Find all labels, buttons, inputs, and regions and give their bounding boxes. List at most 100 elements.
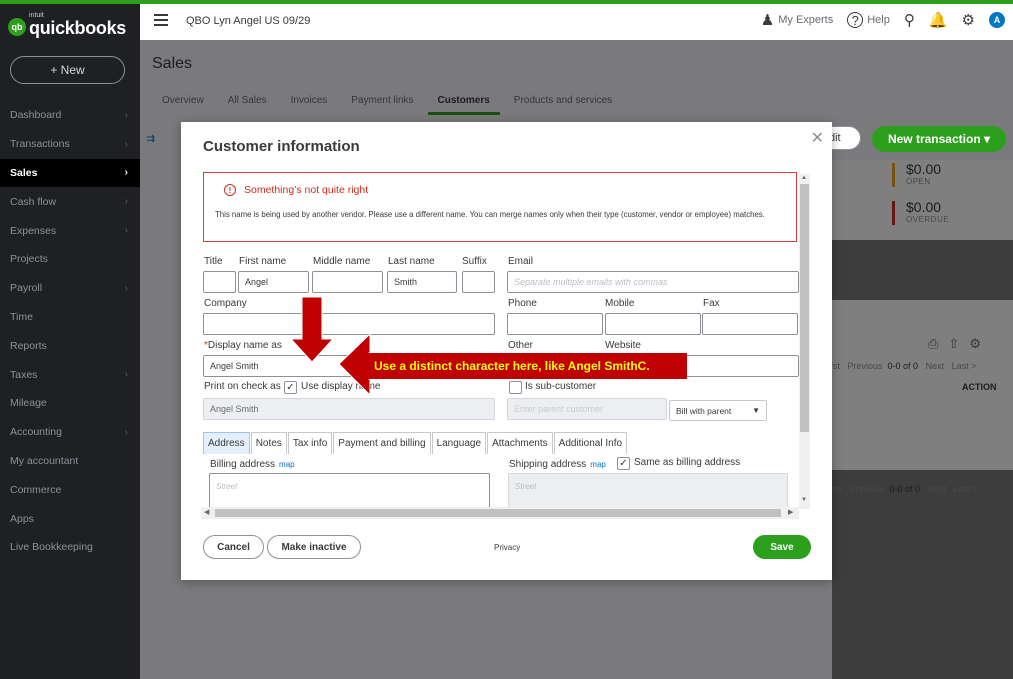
help-link[interactable]: ? Help [847,12,890,28]
chevron-right-icon: › [124,167,128,179]
sidebar-item-label: Cash flow [10,195,57,208]
tab-address[interactable]: Address [203,432,250,454]
scrollbar-thumb[interactable] [215,509,781,517]
scroll-up-icon[interactable]: ▲ [801,175,807,181]
email-label: Email [508,256,534,267]
last-name-field[interactable]: Smith [387,271,457,293]
sidebar-item-cash-flow[interactable]: Cash flow › [0,187,140,216]
right-backdrop [832,160,1013,679]
scroll-left-icon[interactable]: ◀ [204,508,209,516]
same-as-billing-checkbox[interactable]: ✓ [617,457,630,470]
chevron-right-icon: › [124,369,128,381]
billing-address-heading: Billing address map [210,459,295,470]
sidebar-item-expenses[interactable]: Expenses › [0,216,140,245]
dialog-scroll-area[interactable]: ! Something’s not quite right This name i… [201,170,811,520]
gear-icon[interactable]: ⚙ [962,11,975,29]
email-field[interactable]: Separate multiple emails with commas [507,271,799,293]
sidebar-item-mileage[interactable]: Mileage [0,389,140,418]
save-button[interactable]: Save [753,535,811,559]
title-field[interactable] [203,271,236,293]
quickbooks-logo[interactable]: qb intuit quickbooks [8,12,127,39]
billing-street-field[interactable]: Street [209,473,490,508]
sidebar-nav: Dashboard › Transactions › Sales › Cash flo… [0,101,140,562]
close-icon[interactable]: ✕ [811,128,824,148]
sidebar-item-label: My accountant [10,454,79,467]
make-inactive-button[interactable]: Make inactive [267,535,361,559]
sidebar-item-label: Dashboard [10,109,62,122]
sidebar: qb intuit quickbooks + New Dashboard › Tr… [0,4,140,679]
sidebar-item-reports[interactable]: Reports [0,331,140,360]
tab-notes[interactable]: Notes [250,432,287,454]
fax-label: Fax [703,298,720,309]
tab-tax-info[interactable]: Tax info [287,432,333,454]
sub-customer-checkbox[interactable] [509,381,522,394]
company-field[interactable] [203,313,495,335]
sidebar-item-time[interactable]: Time [0,303,140,332]
sidebar-item-commerce[interactable]: Commerce [0,475,140,504]
shipping-map-link[interactable]: map [590,460,606,469]
shipping-address-label: Shipping address [509,459,587,470]
cancel-button[interactable]: Cancel [203,535,264,559]
new-transaction-label: New transaction [887,132,981,146]
sidebar-item-apps[interactable]: Apps [0,504,140,533]
logo-brand-text: quickbooks [29,18,127,38]
sidebar-item-transactions[interactable]: Transactions › [0,130,140,159]
sidebar-item-label: Live Bookkeeping [10,541,93,554]
bell-icon[interactable]: 🔔 [929,11,948,29]
display-name-label-text: Display name as [207,340,282,351]
fax-field[interactable] [702,313,798,335]
hamburger-menu-icon[interactable] [154,14,168,26]
vertical-scrollbar[interactable]: ▲ ▼ [799,174,810,509]
sidebar-item-label: Time [10,310,33,323]
new-button[interactable]: + New [10,56,125,84]
sidebar-item-label: Expenses [10,224,57,237]
error-title: ! Something’s not quite right [222,184,368,196]
tab-attachments[interactable]: Attachments [487,432,553,454]
horizontal-scrollbar[interactable]: ◀ ▶ [201,507,799,519]
sidebar-item-sales[interactable]: Sales › [0,158,140,188]
sidebar-item-payroll[interactable]: Payroll › [0,274,140,303]
tab-payment-and-billing[interactable]: Payment and billing [333,432,431,454]
sidebar-item-accounting[interactable]: Accounting › [0,418,140,447]
suffix-field[interactable] [462,271,495,293]
sidebar-item-my-accountant[interactable]: My accountant [0,447,140,476]
shipping-street-field[interactable]: Street [508,473,788,508]
qb-logo-icon: qb [8,17,26,36]
chevron-right-icon: › [124,109,128,121]
company-label: Company [204,298,247,309]
phone-field[interactable] [507,313,603,335]
scroll-right-icon[interactable]: ▶ [788,508,793,516]
tab-language[interactable]: Language [431,432,487,454]
chevron-right-icon: › [124,282,128,294]
scrollbar-thumb[interactable] [800,184,809,432]
billing-map-link[interactable]: map [279,460,295,469]
search-icon[interactable]: ⚲ [904,11,915,29]
bill-with-parent-select[interactable]: Bill with parent ▼ [669,400,767,421]
sidebar-item-projects[interactable]: Projects [0,245,140,274]
new-transaction-button[interactable]: New transaction ▾ [872,126,1006,152]
first-name-field[interactable]: Angel [238,271,309,293]
chevron-right-icon: › [124,196,128,208]
tab-additional-info[interactable]: Additional Info [553,432,628,454]
use-display-name-checkbox[interactable]: ✓ [284,381,297,394]
scroll-down-icon[interactable]: ▼ [801,497,807,503]
avatar[interactable]: A [989,12,1005,28]
mobile-field[interactable] [605,313,701,335]
sidebar-item-live-bookkeeping[interactable]: Live Bookkeeping [0,533,140,562]
privacy-link[interactable]: Privacy [494,543,520,552]
error-title-text: Something’s not quite right [244,184,369,196]
my-experts-link[interactable]: ♟ My Experts [761,11,833,29]
sidebar-item-label: Sales [10,166,38,179]
sidebar-item-label: Accounting [10,426,62,439]
parent-customer-field[interactable]: Enter parent customer [507,398,667,420]
middle-name-label: Middle name [313,256,371,267]
middle-name-field[interactable] [312,271,383,293]
sidebar-item-dashboard[interactable]: Dashboard › [0,101,140,130]
bill-with-parent-label: Bill with parent [676,405,732,416]
title-label: Title [204,256,223,267]
sidebar-item-label: Taxes [10,368,38,381]
customer-information-dialog: Customer information ✕ ! Something’s not … [181,122,832,580]
sidebar-item-taxes[interactable]: Taxes › [0,360,140,389]
print-on-check-field[interactable]: Angel Smith [203,398,495,420]
chevron-right-icon: › [124,225,128,237]
